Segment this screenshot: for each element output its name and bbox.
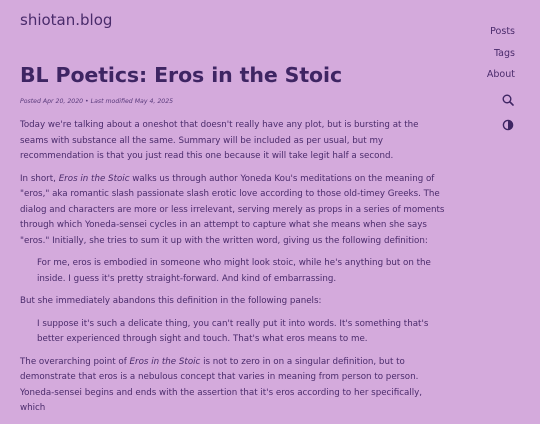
book-title: Eros in the Stoic <box>129 356 201 367</box>
blockquote-definition: For me, eros is embodied in someone who … <box>37 256 445 287</box>
blockquote-abandon: I suppose it's such a delicate thing, yo… <box>37 317 445 348</box>
paragraph-intro: Today we're talking about a oneshot that… <box>20 120 419 161</box>
paragraph-text: In short, <box>20 173 59 184</box>
site-nav: Posts Tags About <box>487 25 515 140</box>
contrast-icon[interactable] <box>501 118 515 132</box>
nav-link-tags[interactable]: Tags <box>494 47 515 69</box>
paragraph-transition: But she immediately abandons this defini… <box>20 296 322 306</box>
post-article: BL Poetics: Eros in the Stoic Posted Apr… <box>20 60 445 424</box>
search-icon[interactable] <box>501 93 515 107</box>
paragraph-text: walks us through author Yoneda Kou's med… <box>20 173 445 246</box>
post-meta: Posted Apr 20, 2020 • Last modified May … <box>20 98 174 105</box>
book-title: Eros in the Stoic <box>58 173 130 184</box>
paragraph-overarching: The overarching point of Eros in the Sto… <box>20 355 445 417</box>
nav-link-posts[interactable]: Posts <box>490 25 515 47</box>
quote-text: I suppose it's such a delicate thing, yo… <box>37 318 429 345</box>
nav-link-about[interactable]: About <box>487 68 515 90</box>
site-title-link[interactable]: shiotan.blog <box>20 11 112 29</box>
paragraph-text: The overarching point of <box>20 356 130 367</box>
post-title: BL Poetics: Eros in the Stoic <box>20 63 343 87</box>
quote-text: For me, eros is embodied in someone who … <box>37 258 431 284</box>
paragraph-summary: In short, Eros in the Stoic walks us thr… <box>20 172 445 250</box>
post-content: Today we're talking about a oneshot that… <box>20 118 445 417</box>
